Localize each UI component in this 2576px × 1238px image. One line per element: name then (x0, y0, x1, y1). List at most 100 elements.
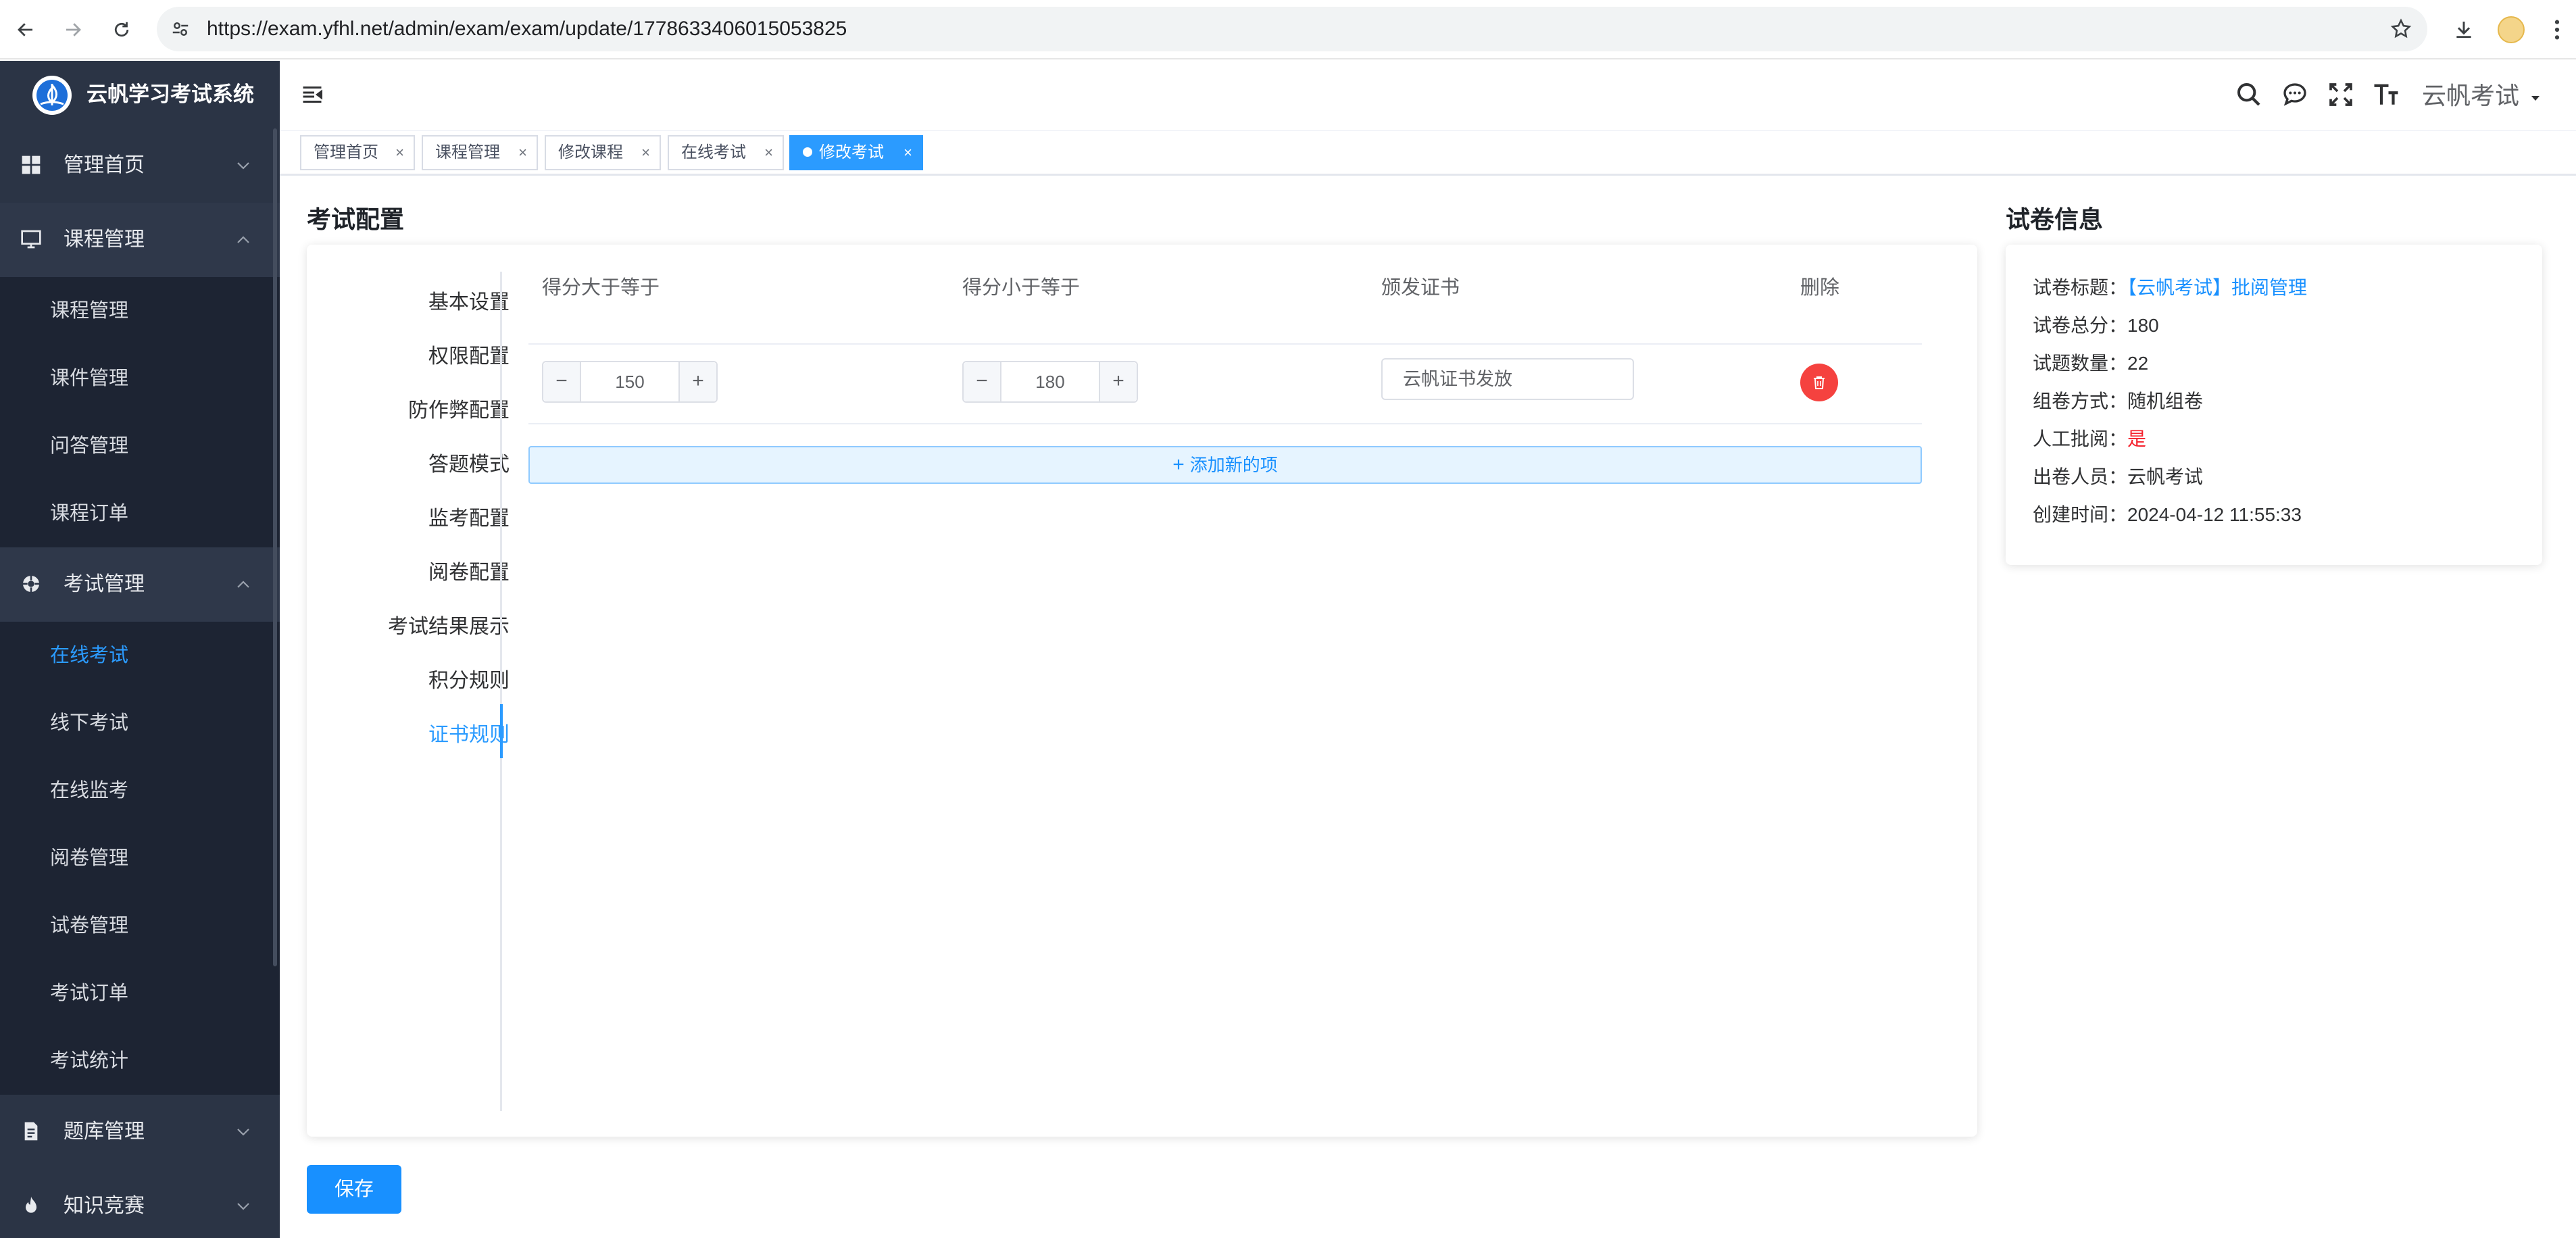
min-score-stepper[interactable]: − 150 + (542, 361, 718, 403)
sidebar-item-papers[interactable]: 试卷管理 (0, 892, 280, 960)
tag-edit-course[interactable]: 修改课程 × (545, 135, 661, 170)
save-button[interactable]: 保存 (307, 1165, 401, 1214)
search-icon[interactable] (2235, 81, 2262, 108)
info-label: 创建时间： (2033, 504, 2128, 525)
nav-anti-cheat[interactable]: 防作弊配置 (307, 393, 510, 423)
info-label: 试题数量： (2033, 353, 2128, 374)
sidebar-item-proctoring[interactable]: 在线监考 (0, 757, 280, 824)
top-navbar: 云帆考试 (280, 61, 2576, 131)
info-row-manual-grading: 人工批阅：是 (2033, 426, 2146, 453)
download-icon[interactable] (2448, 14, 2480, 46)
chevron-down-icon (237, 1203, 249, 1210)
add-item-button[interactable]: + 添加新的项 (528, 446, 1922, 484)
close-icon[interactable]: × (903, 137, 912, 169)
sidebar-item-grading[interactable]: 阅卷管理 (0, 824, 280, 892)
nav-basic-settings[interactable]: 基本设置 (307, 285, 510, 315)
max-score-stepper[interactable]: − 180 + (962, 361, 1138, 403)
menu-exam[interactable]: 考试管理 (0, 547, 280, 622)
menu-label: 考试管理 (64, 573, 145, 595)
tag-label: 管理首页 (314, 143, 378, 162)
menu-contest[interactable]: 知识竞赛 (0, 1169, 280, 1238)
nav-answer-mode[interactable]: 答题模式 (307, 447, 510, 477)
tag-course-manage[interactable]: 课程管理 × (422, 135, 538, 170)
nav-points-rules[interactable]: 积分规则 (307, 664, 510, 693)
info-row-created-time: 创建时间：2024-04-12 11:55:33 (2033, 501, 2302, 528)
sidebar-item-label: 阅卷管理 (50, 847, 129, 869)
sidebar-item-exam-orders[interactable]: 考试订单 (0, 960, 280, 1027)
close-icon[interactable]: × (641, 137, 650, 169)
sidebar-item-online-exam[interactable]: 在线考试 (0, 622, 280, 689)
sidebar-item-course[interactable]: 课程管理 (0, 277, 280, 345)
increment-button[interactable]: + (1099, 362, 1137, 401)
sidebar-item-exam-stats[interactable]: 考试统计 (0, 1027, 280, 1095)
site-settings-icon[interactable] (170, 19, 191, 39)
tab-divider (500, 272, 502, 1111)
forward-arrow-icon[interactable] (57, 14, 89, 46)
info-value: 180 (2127, 315, 2159, 336)
decrement-button[interactable]: − (543, 362, 581, 401)
dashboard-icon (22, 155, 41, 174)
sidebar-item-label: 考试统计 (50, 1050, 129, 1072)
logo-row[interactable]: 云帆学习考试系统 (0, 61, 280, 128)
chevron-up-icon (237, 236, 249, 243)
exam-icon (23, 576, 39, 592)
address-bar[interactable]: https://exam.yfhl.net/admin/exam/exam/up… (157, 7, 2427, 51)
message-icon[interactable] (2281, 81, 2308, 108)
min-score-value[interactable]: 150 (581, 362, 678, 401)
profile-avatar-icon[interactable] (2495, 14, 2527, 46)
sidebar-item-courseware[interactable]: 课件管理 (0, 345, 280, 412)
chevron-down-icon (237, 1129, 249, 1136)
row-divider (528, 423, 1922, 424)
plus-icon: + (1172, 453, 1185, 476)
info-label: 出卷人员： (2033, 466, 2128, 487)
close-icon[interactable]: × (764, 137, 773, 169)
nav-grading[interactable]: 阅卷配置 (307, 555, 510, 585)
browser-menu-icon[interactable] (2541, 14, 2573, 46)
nav-result-display[interactable]: 考试结果展示 (307, 610, 510, 639)
tags-view: 管理首页 × 课程管理 × 修改课程 × 在线考试 × 修改考试 × (280, 131, 2576, 176)
chevron-down-icon (237, 162, 249, 170)
info-row-compose-mode: 组卷方式：随机组卷 (2033, 388, 2203, 415)
tag-edit-exam[interactable]: 修改考试 × (789, 135, 923, 170)
menu-course[interactable]: 课程管理 (0, 203, 280, 277)
font-size-icon[interactable] (2372, 80, 2400, 108)
hamburger-fold-icon[interactable] (300, 82, 324, 107)
close-icon[interactable]: × (518, 137, 527, 169)
nav-certificate-rules[interactable]: 证书规则 (307, 718, 510, 747)
url-text[interactable]: https://exam.yfhl.net/admin/exam/exam/up… (207, 7, 847, 51)
back-arrow-icon[interactable] (9, 14, 42, 46)
menu-dashboard[interactable]: 管理首页 (0, 128, 280, 203)
info-value: 是 (2127, 428, 2147, 449)
sidebar-item-qa[interactable]: 问答管理 (0, 412, 280, 480)
add-item-label: 添加新的项 (1189, 455, 1278, 475)
increment-button[interactable]: + (678, 362, 716, 401)
paper-info-title: 试卷信息 (2006, 205, 2104, 233)
reload-icon[interactable] (105, 14, 138, 46)
certificate-select[interactable]: 云帆证书发放 (1381, 358, 1634, 400)
close-icon[interactable]: × (395, 137, 404, 169)
menu-question-bank[interactable]: 题库管理 (0, 1095, 280, 1169)
info-label: 组卷方式： (2033, 391, 2128, 412)
tag-dashboard[interactable]: 管理首页 × (300, 135, 415, 170)
sidebar-item-label: 试卷管理 (50, 915, 129, 937)
user-menu[interactable]: 云帆考试 (2422, 81, 2541, 111)
sidebar-item-label: 课程管理 (50, 300, 129, 322)
nav-permission[interactable]: 权限配置 (307, 339, 510, 369)
col-header-delete: 删除 (1800, 277, 1840, 299)
active-dot-icon (803, 147, 812, 157)
paper-title-link[interactable]: 【云帆考试】批阅管理 (2127, 277, 2307, 298)
sidebar-scrollbar[interactable] (273, 128, 277, 966)
tag-label: 修改考试 (819, 143, 884, 162)
max-score-value[interactable]: 180 (1001, 362, 1099, 401)
tag-label: 在线考试 (681, 143, 746, 162)
tag-online-exam[interactable]: 在线考试 × (668, 135, 784, 170)
sidebar-item-offline-exam[interactable]: 线下考试 (0, 689, 280, 757)
trash-icon (1814, 376, 1825, 389)
bookmark-star-icon[interactable] (2389, 18, 2412, 41)
info-label: 试卷总分： (2033, 315, 2128, 336)
delete-button[interactable] (1800, 364, 1838, 401)
nav-proctoring[interactable]: 监考配置 (307, 501, 510, 531)
decrement-button[interactable]: − (964, 362, 1001, 401)
fullscreen-icon[interactable] (2327, 81, 2354, 108)
sidebar-item-course-orders[interactable]: 课程订单 (0, 480, 280, 547)
